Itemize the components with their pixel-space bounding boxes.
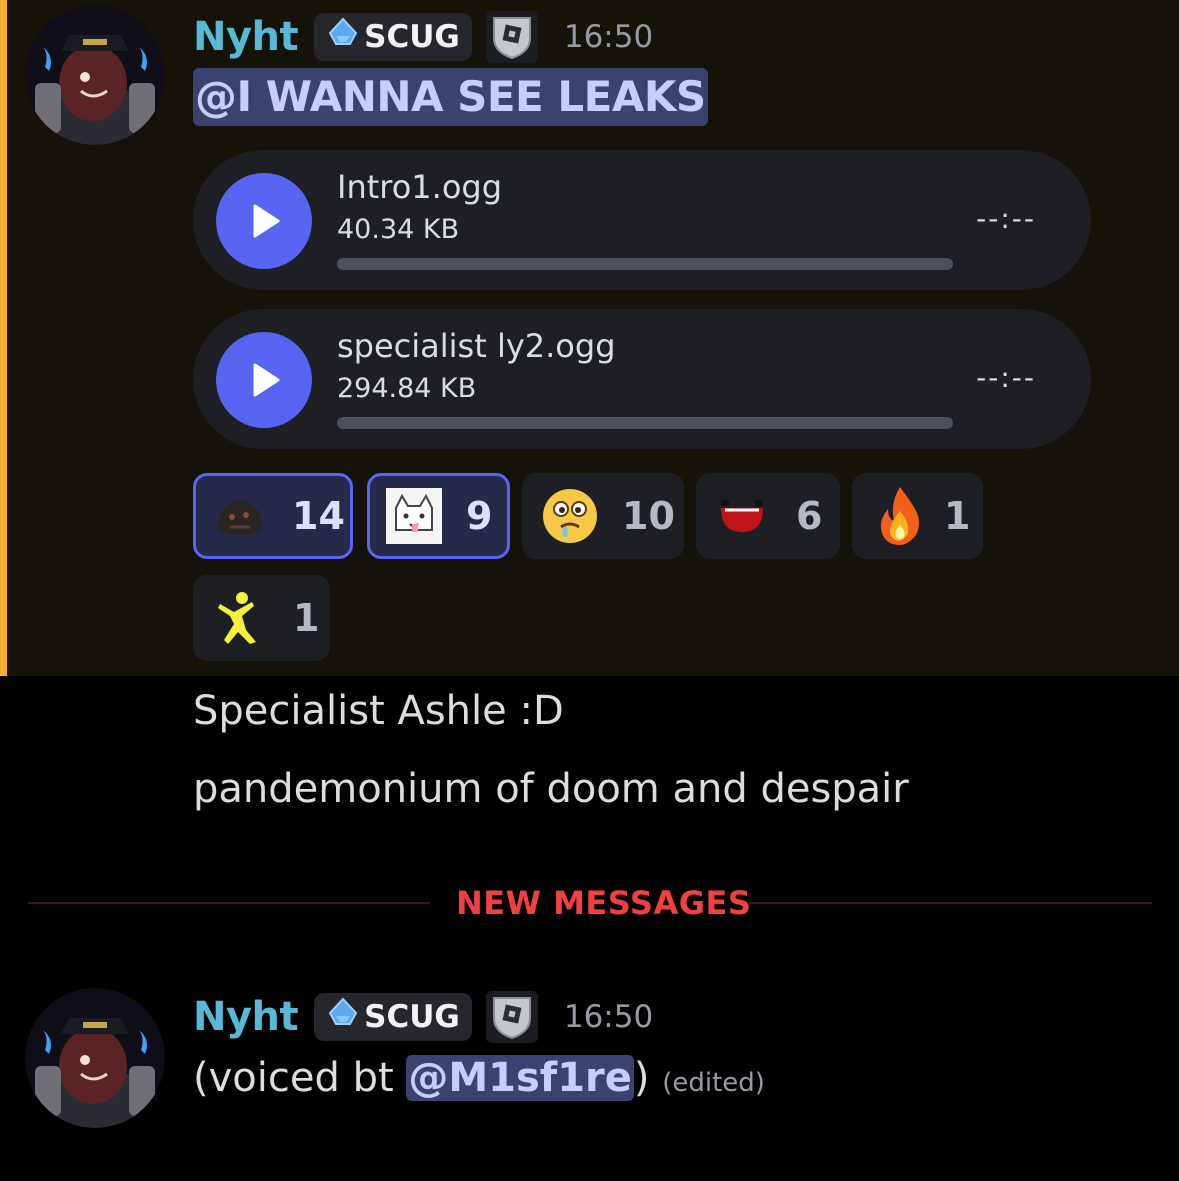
fire-emoji — [870, 486, 930, 546]
timestamp: 16:50 — [563, 999, 654, 1035]
reaction-count: 14 — [292, 494, 345, 538]
username[interactable]: Nyht — [193, 14, 299, 60]
avatar[interactable] — [25, 5, 165, 145]
guild-tag[interactable]: SCUG — [314, 993, 472, 1041]
reaction-button[interactable]: 1 — [193, 575, 330, 661]
reaction-button[interactable]: 10 — [522, 473, 684, 559]
guild-tag[interactable]: SCUG — [314, 13, 472, 61]
play-icon — [253, 204, 280, 238]
divider-line — [749, 902, 1152, 904]
reaction-button[interactable]: 6 — [696, 473, 840, 559]
message-text: Specialist Ashle :D — [193, 688, 564, 734]
message-header: Nyht SCUG 16:50 — [193, 11, 654, 63]
message-header: Nyht SCUG 16:50 — [193, 991, 654, 1043]
audio-duration: --:-- — [976, 361, 1036, 394]
play-button[interactable] — [216, 332, 312, 428]
reaction-count: 1 — [944, 494, 971, 538]
user-mention[interactable]: @M1sf1re — [406, 1055, 634, 1101]
drooling-face-emoji — [540, 486, 600, 546]
audio-duration: --:-- — [976, 202, 1036, 235]
guild-tag-label: SCUG — [364, 19, 460, 55]
diamond-icon — [326, 996, 360, 1038]
audio-filename[interactable]: specialist ly2.ogg — [337, 327, 616, 365]
audio-filename[interactable]: Intro1.ogg — [337, 168, 502, 206]
timestamp: 16:50 — [563, 19, 654, 55]
message-text: pandemonium of doom and despair — [193, 766, 909, 812]
message-text-before: (voiced bt — [193, 1055, 407, 1101]
mention-highlight-bar — [0, 0, 7, 676]
audio-attachment: Intro1.ogg 40.34 KB --:-- — [193, 150, 1091, 290]
shield-badge-icon[interactable] — [485, 991, 538, 1043]
message-text-after: ) — [633, 1055, 650, 1101]
dark-creature-emoji — [210, 486, 270, 546]
reaction-count: 1 — [293, 596, 320, 640]
diamond-icon — [326, 16, 360, 58]
reaction-count: 6 — [796, 494, 823, 538]
red-grin-emoji — [712, 486, 772, 546]
guild-tag-label: SCUG — [364, 999, 460, 1035]
new-messages-label: NEW MESSAGES — [456, 884, 752, 922]
reaction-count: 9 — [466, 494, 493, 538]
audio-attachment: specialist ly2.ogg 294.84 KB --:-- — [193, 309, 1091, 449]
audio-filesize: 294.84 KB — [337, 373, 477, 404]
reaction-button[interactable]: 14 — [193, 473, 353, 559]
shield-badge-icon[interactable] — [485, 11, 538, 63]
username[interactable]: Nyht — [193, 994, 299, 1040]
edited-label: (edited) — [662, 1068, 765, 1098]
play-icon — [253, 363, 280, 397]
audio-filesize: 40.34 KB — [337, 214, 460, 245]
audio-progress-bar[interactable] — [337, 417, 953, 429]
audio-progress-bar[interactable] — [337, 258, 953, 270]
avatar[interactable] — [25, 988, 165, 1128]
role-mention[interactable]: @I WANNA SEE LEAKS — [193, 68, 708, 126]
white-cat-emoji — [384, 486, 444, 546]
divider-line — [28, 902, 430, 904]
reaction-count: 10 — [622, 494, 675, 538]
play-button[interactable] — [216, 173, 312, 269]
reaction-button[interactable]: 1 — [852, 473, 983, 559]
reaction-button[interactable]: 9 — [367, 473, 510, 559]
yellow-dancer-emoji — [207, 588, 267, 648]
message-text: (voiced bt @M1sf1re) (edited) — [193, 1055, 765, 1101]
